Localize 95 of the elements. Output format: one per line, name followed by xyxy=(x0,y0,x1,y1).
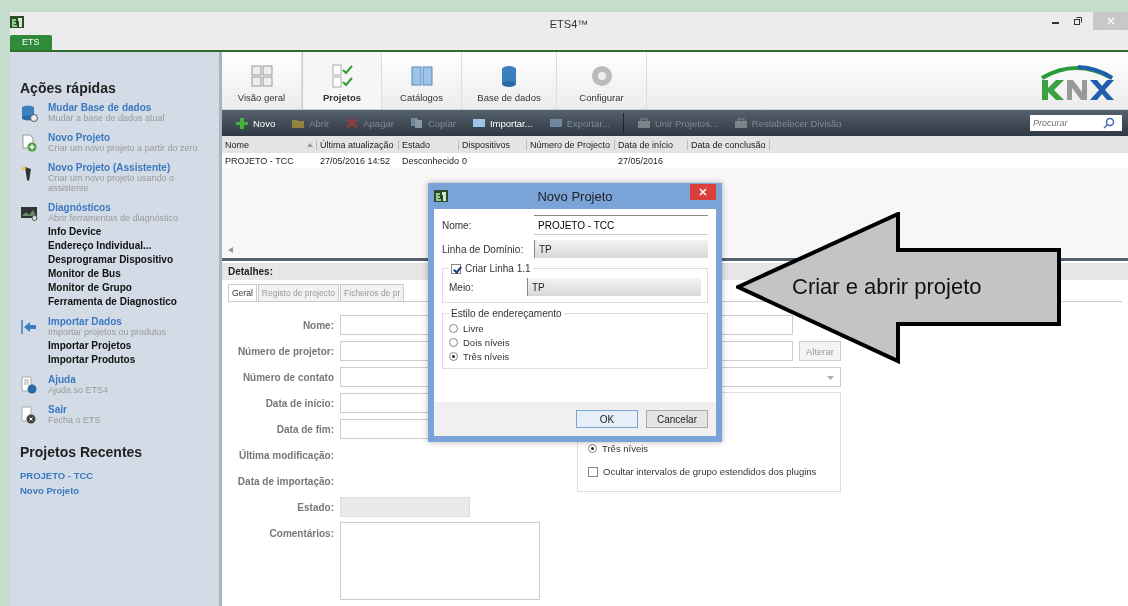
grid-icon xyxy=(248,64,275,88)
search-field[interactable]: Procurar xyxy=(1030,115,1122,131)
action-description: Importar projetos ou produtos xyxy=(48,327,167,337)
radio-button[interactable] xyxy=(588,444,597,453)
monitor-icon[interactable] xyxy=(20,204,38,222)
column-header[interactable]: Data de início xyxy=(615,139,688,150)
column-header[interactable]: Estado xyxy=(399,139,459,150)
field-label: Número de projetor: xyxy=(237,345,334,357)
exit-icon[interactable] xyxy=(20,406,38,424)
action-sublink[interactable]: Importar Projetos xyxy=(48,340,167,351)
sidebar-heading: Ações rápidas xyxy=(20,80,117,96)
column-header[interactable]: Nome xyxy=(222,139,317,150)
group-title: Estilo de endereçamento xyxy=(450,308,563,319)
action-sublink[interactable]: Monitor de Grupo xyxy=(48,282,179,293)
field-label: Última modificação: xyxy=(238,449,334,461)
radio-button[interactable] xyxy=(449,352,458,361)
column-header[interactable]: Data de conclusão xyxy=(688,139,770,150)
field-label: Nome: xyxy=(302,319,334,331)
field-label: Data de importação: xyxy=(237,475,334,487)
dropdown-field[interactable] xyxy=(340,497,470,517)
ribbon-tab[interactable]: Projetos xyxy=(302,52,382,109)
app-logo-icon xyxy=(10,15,24,28)
details-tab[interactable]: Geral xyxy=(228,284,257,301)
option-label: Ocultar intervalos de grupo estendidos dos plugins xyxy=(603,466,817,477)
new-document-icon[interactable] xyxy=(20,134,38,152)
action-sublink[interactable]: Endereço Individual... xyxy=(48,240,179,251)
briefcase-icon xyxy=(733,117,748,129)
close-icon[interactable] xyxy=(690,184,716,200)
table-cell: 0 xyxy=(462,155,467,166)
name-field[interactable]: PROJETO - TCC xyxy=(534,215,708,235)
comments-field[interactable] xyxy=(340,522,540,600)
option-label: Três níveis xyxy=(602,443,649,454)
action-sublink[interactable]: Desprogramar Dispositivo xyxy=(48,254,179,265)
window-title: ETS4™ xyxy=(549,17,589,30)
field-label: Linha de Domínio: xyxy=(442,243,525,255)
column-header[interactable]: Número de Projecto xyxy=(527,139,615,150)
action-description: Ajuda so ETS4 xyxy=(48,385,109,395)
field-label: Número de contato xyxy=(242,371,334,383)
briefcase-icon xyxy=(636,117,651,129)
table-cell: Desconhecido xyxy=(402,155,460,166)
app-tab[interactable]: ETS xyxy=(10,35,52,50)
action-description: Fecha o ETS xyxy=(48,415,101,425)
domain-dropdown[interactable]: TP xyxy=(534,240,708,258)
folder-icon xyxy=(291,117,306,129)
action-description: Criar um novo projeto usando o assistente xyxy=(48,173,176,193)
option-label: Livre xyxy=(463,323,484,334)
ribbon-tab[interactable]: Catálogos xyxy=(382,52,462,109)
scroll-left-icon[interactable] xyxy=(228,247,233,253)
action-description: Criar um novo projeto a partir do zero xyxy=(48,143,198,153)
toolbar-button[interactable]: Novo xyxy=(228,115,283,131)
ok-button[interactable]: OK xyxy=(576,410,638,428)
checkbox[interactable] xyxy=(451,263,461,274)
radio-button[interactable] xyxy=(449,324,458,333)
ribbon-tab[interactable]: Base de dados xyxy=(462,52,557,109)
table-cell: 27/05/2016 14:52 xyxy=(320,155,391,166)
field-label: Comentários: xyxy=(269,527,334,539)
delete-icon xyxy=(345,117,360,129)
sidebar-heading: Projetos Recentes xyxy=(20,444,144,460)
column-header[interactable]: Dispositivos xyxy=(459,139,527,150)
action-description: Abrir ferramentas de diagnóstico xyxy=(48,213,179,223)
column-header[interactable]: Última atualização xyxy=(317,139,399,150)
action-sublink[interactable]: Ferramenta de Diagnostico xyxy=(48,296,179,307)
checkbox-label: Criar Linha 1.1 xyxy=(465,263,531,274)
ribbon-tab[interactable]: Configurar xyxy=(557,52,647,109)
checklist-icon xyxy=(329,64,355,88)
field-label: Data de fim: xyxy=(276,423,334,435)
table-cell: PROJETO - TCC xyxy=(225,155,294,166)
plus-icon xyxy=(235,117,249,129)
action-sublink[interactable]: Importar Produtos xyxy=(48,354,167,365)
caret-icon xyxy=(827,376,834,380)
app-logo-icon xyxy=(434,190,448,202)
option-label: Três níveis xyxy=(463,351,510,362)
cancel-button[interactable]: Cancelar xyxy=(646,410,708,428)
checkbox[interactable] xyxy=(588,466,598,477)
ribbon-tab[interactable]: Visão geral xyxy=(222,52,302,109)
field-label: Meio: xyxy=(449,281,475,293)
search-icon[interactable] xyxy=(1103,117,1115,129)
import-arrow-icon[interactable] xyxy=(20,318,38,336)
action-sublink[interactable]: Monitor de Bus xyxy=(48,268,179,279)
field-label: Estado: xyxy=(297,501,334,513)
action-description: Mudar a base de dados atual xyxy=(48,113,165,123)
field-label: Data de início: xyxy=(265,397,334,409)
book-icon xyxy=(408,64,435,88)
action-sublink[interactable]: Info Device xyxy=(48,226,179,237)
dialog-title: Novo Projeto xyxy=(537,188,613,204)
medium-dropdown[interactable]: TP xyxy=(527,278,701,296)
option-label: Dois níveis xyxy=(463,337,510,348)
table-cell: 27/05/2016 xyxy=(618,155,664,166)
toolbar-button[interactable]: Importar... xyxy=(464,115,540,131)
field-label: Nome: xyxy=(442,219,473,231)
copy-icon xyxy=(409,117,424,129)
help-icon[interactable] xyxy=(20,376,38,394)
radio-button[interactable] xyxy=(449,338,458,347)
sort-icon xyxy=(307,142,313,147)
database-icon[interactable] xyxy=(20,104,38,122)
